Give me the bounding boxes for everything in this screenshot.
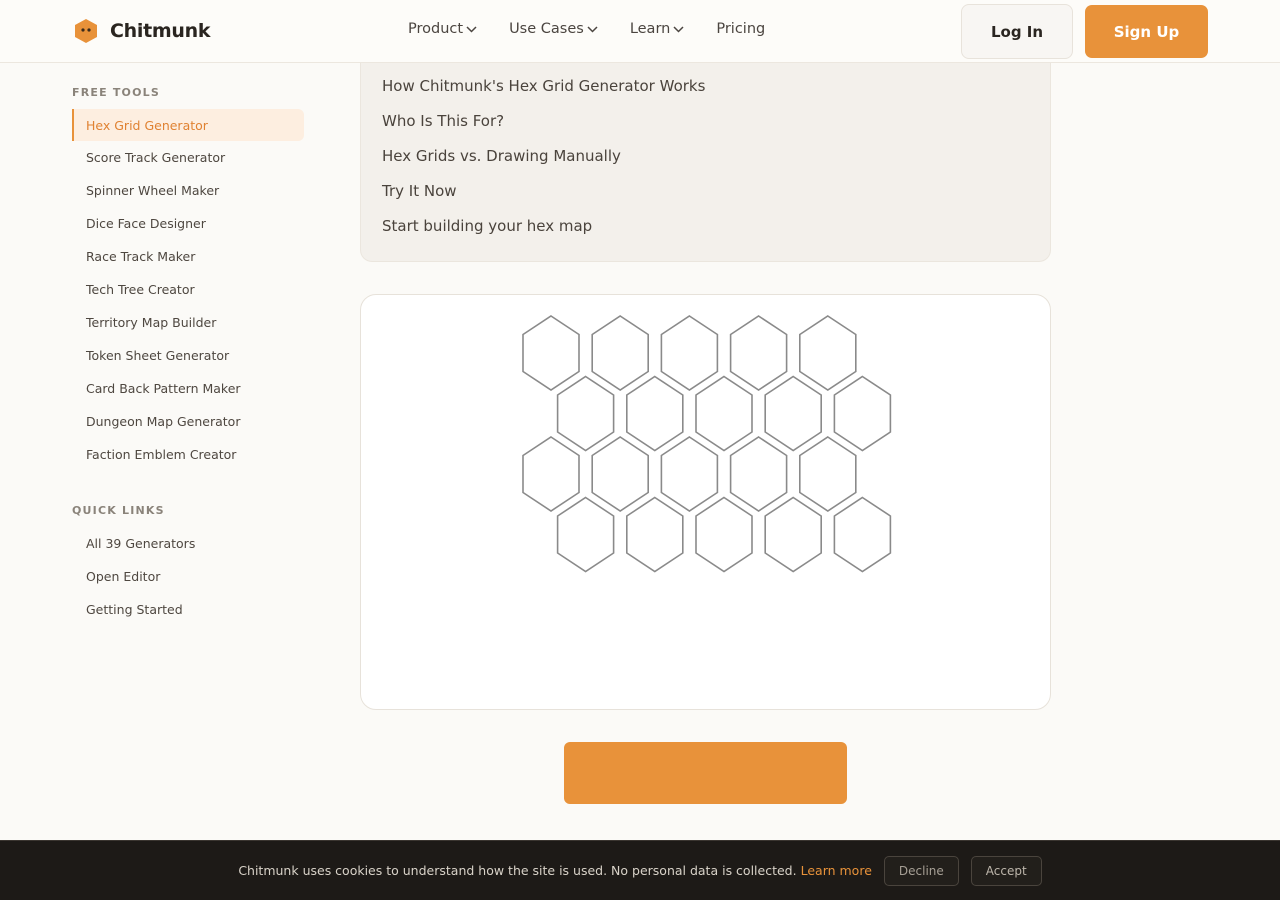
- sidebar-tool-item[interactable]: Token Sheet Generator: [72, 339, 304, 372]
- hex-cell[interactable]: [729, 436, 788, 512]
- free-tools-heading: FREE TOOLS: [72, 86, 160, 99]
- sidebar-tool-item[interactable]: Territory Map Builder: [72, 306, 304, 339]
- hex-cell[interactable]: [625, 496, 684, 573]
- cookie-text: Chitmunk uses cookies to understand how …: [238, 863, 797, 878]
- toc-link[interactable]: Start building your hex map: [382, 217, 592, 235]
- nav-learn[interactable]: Learn: [630, 21, 685, 37]
- cta-button[interactable]: [564, 742, 847, 804]
- sidebar-tool-item[interactable]: Race Track Maker: [72, 240, 304, 273]
- nav-learn-label: Learn: [629, 21, 671, 37]
- hex-cell[interactable]: [729, 315, 788, 391]
- sidebar-tool-item[interactable]: Faction Emblem Creator: [72, 438, 304, 471]
- hex-cell[interactable]: [522, 315, 580, 391]
- sidebar-tool-item[interactable]: Dungeon Map Generator: [72, 405, 304, 438]
- nav-pricing-label: Pricing: [716, 21, 766, 37]
- main-nav: Product Use Cases Learn Pricing: [408, 21, 797, 37]
- hex-grid-canvas[interactable]: [361, 295, 1052, 711]
- toc-link[interactable]: Hex Grids vs. Drawing Manually: [382, 147, 621, 165]
- nav-use-cases[interactable]: Use Cases: [509, 21, 598, 37]
- free-tools-list: Hex Grid Generator Score Track Generator S…: [72, 109, 304, 471]
- hex-cell[interactable]: [695, 375, 753, 452]
- cookie-learn-more-link[interactable]: Learn more: [801, 863, 872, 878]
- toc-link[interactable]: Try It Now: [382, 182, 457, 200]
- hex-cell[interactable]: [522, 436, 580, 512]
- hex-cell[interactable]: [556, 496, 615, 573]
- signup-button[interactable]: Sign Up: [1085, 5, 1208, 58]
- hex-cell[interactable]: [833, 496, 892, 573]
- sidebar-tool-item[interactable]: Hex Grid Generator: [72, 109, 304, 141]
- hex-cell[interactable]: [695, 496, 753, 573]
- hex-cell[interactable]: [833, 375, 892, 452]
- hex-cell[interactable]: [764, 375, 823, 452]
- site-header: Chitmunk Product Use Cases Learn Pricing…: [0, 0, 1280, 63]
- sidebar-tool-item[interactable]: Dice Face Designer: [72, 207, 304, 240]
- chevron-down-icon: [466, 25, 477, 33]
- table-of-contents: How Chitmunk's Hex Grid Generator Works W…: [360, 40, 1051, 262]
- hex-cell[interactable]: [625, 375, 684, 452]
- hex-cell[interactable]: [591, 436, 650, 512]
- cookie-decline-button[interactable]: Decline: [883, 855, 959, 886]
- nav-pricing[interactable]: Pricing: [716, 21, 765, 37]
- quick-links-list: All 39 Generators Open Editor Getting Star…: [72, 527, 304, 626]
- sidebar: FREE TOOLS Hex Grid Generator Score Track…: [72, 86, 304, 626]
- cookie-banner: Chitmunk uses cookies to understand how …: [0, 840, 1280, 900]
- toc-link[interactable]: Who Is This For?: [382, 112, 504, 130]
- hex-cell[interactable]: [764, 496, 823, 573]
- chevron-down-icon: [587, 25, 598, 33]
- hex-cell[interactable]: [591, 315, 650, 391]
- toc-link[interactable]: How Chitmunk's Hex Grid Generator Works: [382, 77, 705, 95]
- hex-cell[interactable]: [798, 436, 857, 512]
- hex-cell[interactable]: [660, 436, 719, 512]
- sidebar-tool-item[interactable]: Score Track Generator: [72, 141, 304, 174]
- login-button[interactable]: Log In: [961, 4, 1073, 59]
- hex-cell[interactable]: [556, 375, 615, 452]
- sidebar-quick-link-item[interactable]: All 39 Generators: [72, 527, 304, 560]
- sidebar-quick-link-item[interactable]: Getting Started: [72, 593, 304, 626]
- nav-use-cases-label: Use Cases: [509, 21, 584, 37]
- sidebar-tool-item[interactable]: Spinner Wheel Maker: [72, 174, 304, 207]
- sidebar-quick-link-item[interactable]: Open Editor: [72, 560, 304, 593]
- sidebar-tool-item[interactable]: Tech Tree Creator: [72, 273, 304, 306]
- quick-links-heading: QUICK LINKS: [72, 504, 165, 517]
- cookie-accept-button[interactable]: Accept: [970, 855, 1042, 886]
- brand-logo[interactable]: Chitmunk: [74, 18, 210, 44]
- chevron-down-icon: [673, 25, 684, 33]
- nav-product[interactable]: Product: [408, 21, 477, 37]
- hexagon-logo-icon: [75, 19, 97, 43]
- hex-grid-preview[interactable]: [360, 294, 1051, 710]
- nav-product-label: Product: [408, 21, 464, 37]
- hex-cell[interactable]: [660, 315, 719, 391]
- brand-name: Chitmunk: [110, 20, 211, 42]
- hex-cell[interactable]: [798, 315, 857, 391]
- sidebar-tool-item[interactable]: Card Back Pattern Maker: [72, 372, 304, 405]
